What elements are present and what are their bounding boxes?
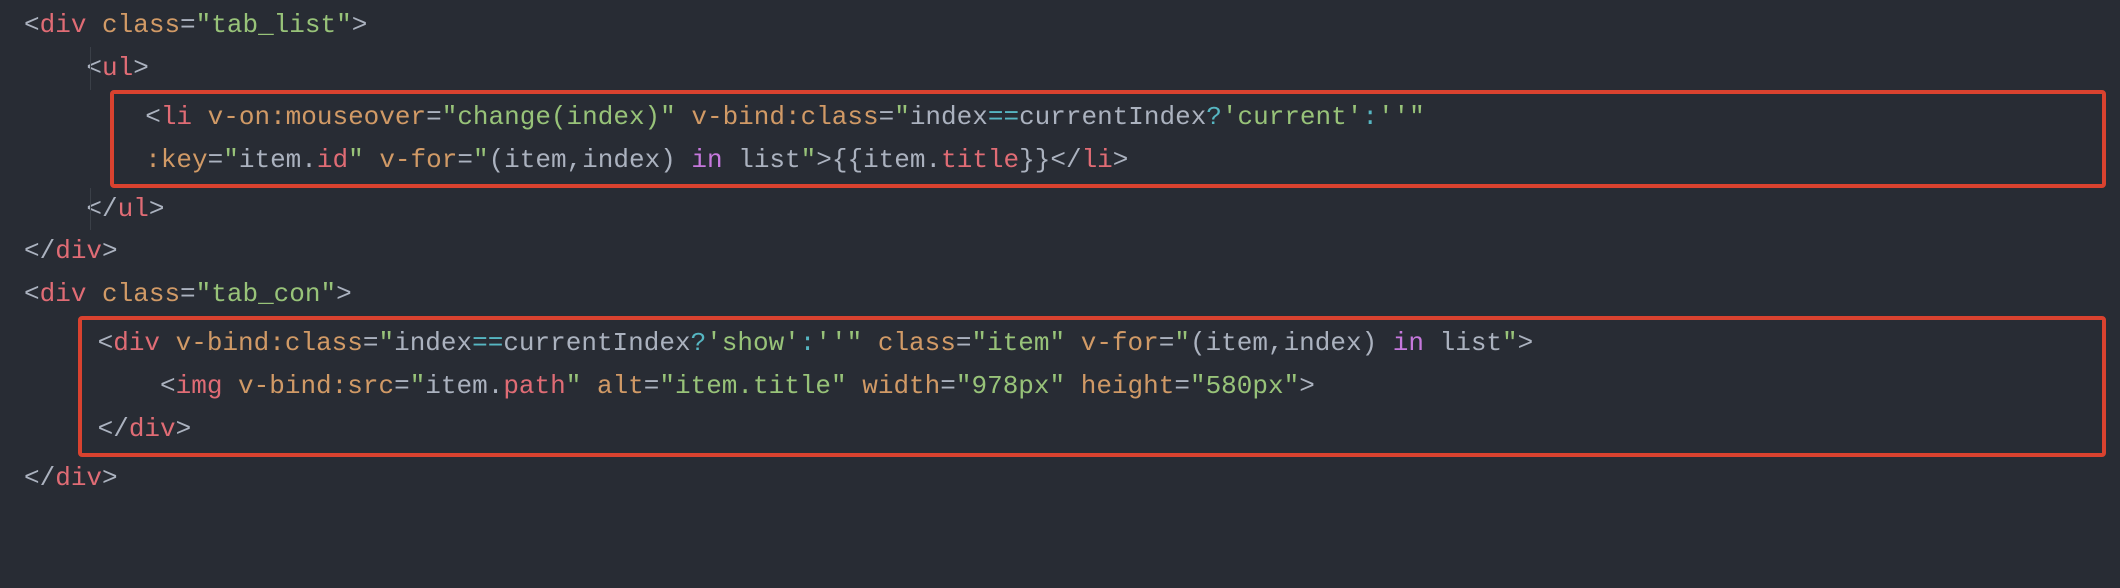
attr-name: alt [597,371,644,401]
attr-name: v-bind:class [691,102,878,132]
attr-name: class [102,10,180,40]
tag-name: img [176,371,223,401]
attr-name: class [878,328,956,358]
code-line: <li v-on:mouseover="change(index)" v-bin… [114,96,2102,139]
tag-name: li [161,102,192,132]
tag-name: div [129,414,176,444]
attr-name: :key [145,145,207,175]
attr-value: tab_list [211,10,336,40]
attr-name: width [862,371,940,401]
attr-name: v-bind:class [176,328,363,358]
code-line: :key="item.id" v-for="(item,index) in li… [114,139,2102,182]
attr-name: v-bind:src [238,371,394,401]
attr-name: height [1081,371,1175,401]
punct-open: < [24,10,40,40]
attr-name: v-on:mouseover [208,102,426,132]
tag-name: div [40,10,87,40]
tag-name: div [113,328,160,358]
code-editor-snippet: <div class="tab_list"> <ul> <li v-on:mou… [0,4,2120,500]
attr-name: v-for [1081,328,1159,358]
code-line: </div> [82,408,2102,451]
code-line: <div v-bind:class="index==currentIndex?'… [82,322,2102,365]
attr-value: change(index) [457,102,660,132]
code-line: </div> [0,457,2120,500]
code-line: <div class="tab_list"> [0,4,2120,47]
code-line: <ul> [0,47,2120,90]
tag-name: div [55,236,102,266]
attr-name: class [102,279,180,309]
code-line: <img v-bind:src="item.path" alt="item.ti… [82,365,2102,408]
code-line: </ul> [0,188,2120,231]
punct-close: > [352,10,368,40]
attr-value: tab_con [211,279,320,309]
tag-name: div [40,279,87,309]
tag-name: ul [118,194,149,224]
code-line: </div> [0,230,2120,273]
attr-name: v-for [379,145,457,175]
tag-name: ul [102,53,133,83]
highlight-box: <div v-bind:class="index==currentIndex?'… [78,316,2106,457]
code-line: <div class="tab_con"> [0,273,2120,316]
highlight-box: <li v-on:mouseover="change(index)" v-bin… [110,90,2106,188]
tag-name: div [55,463,102,493]
